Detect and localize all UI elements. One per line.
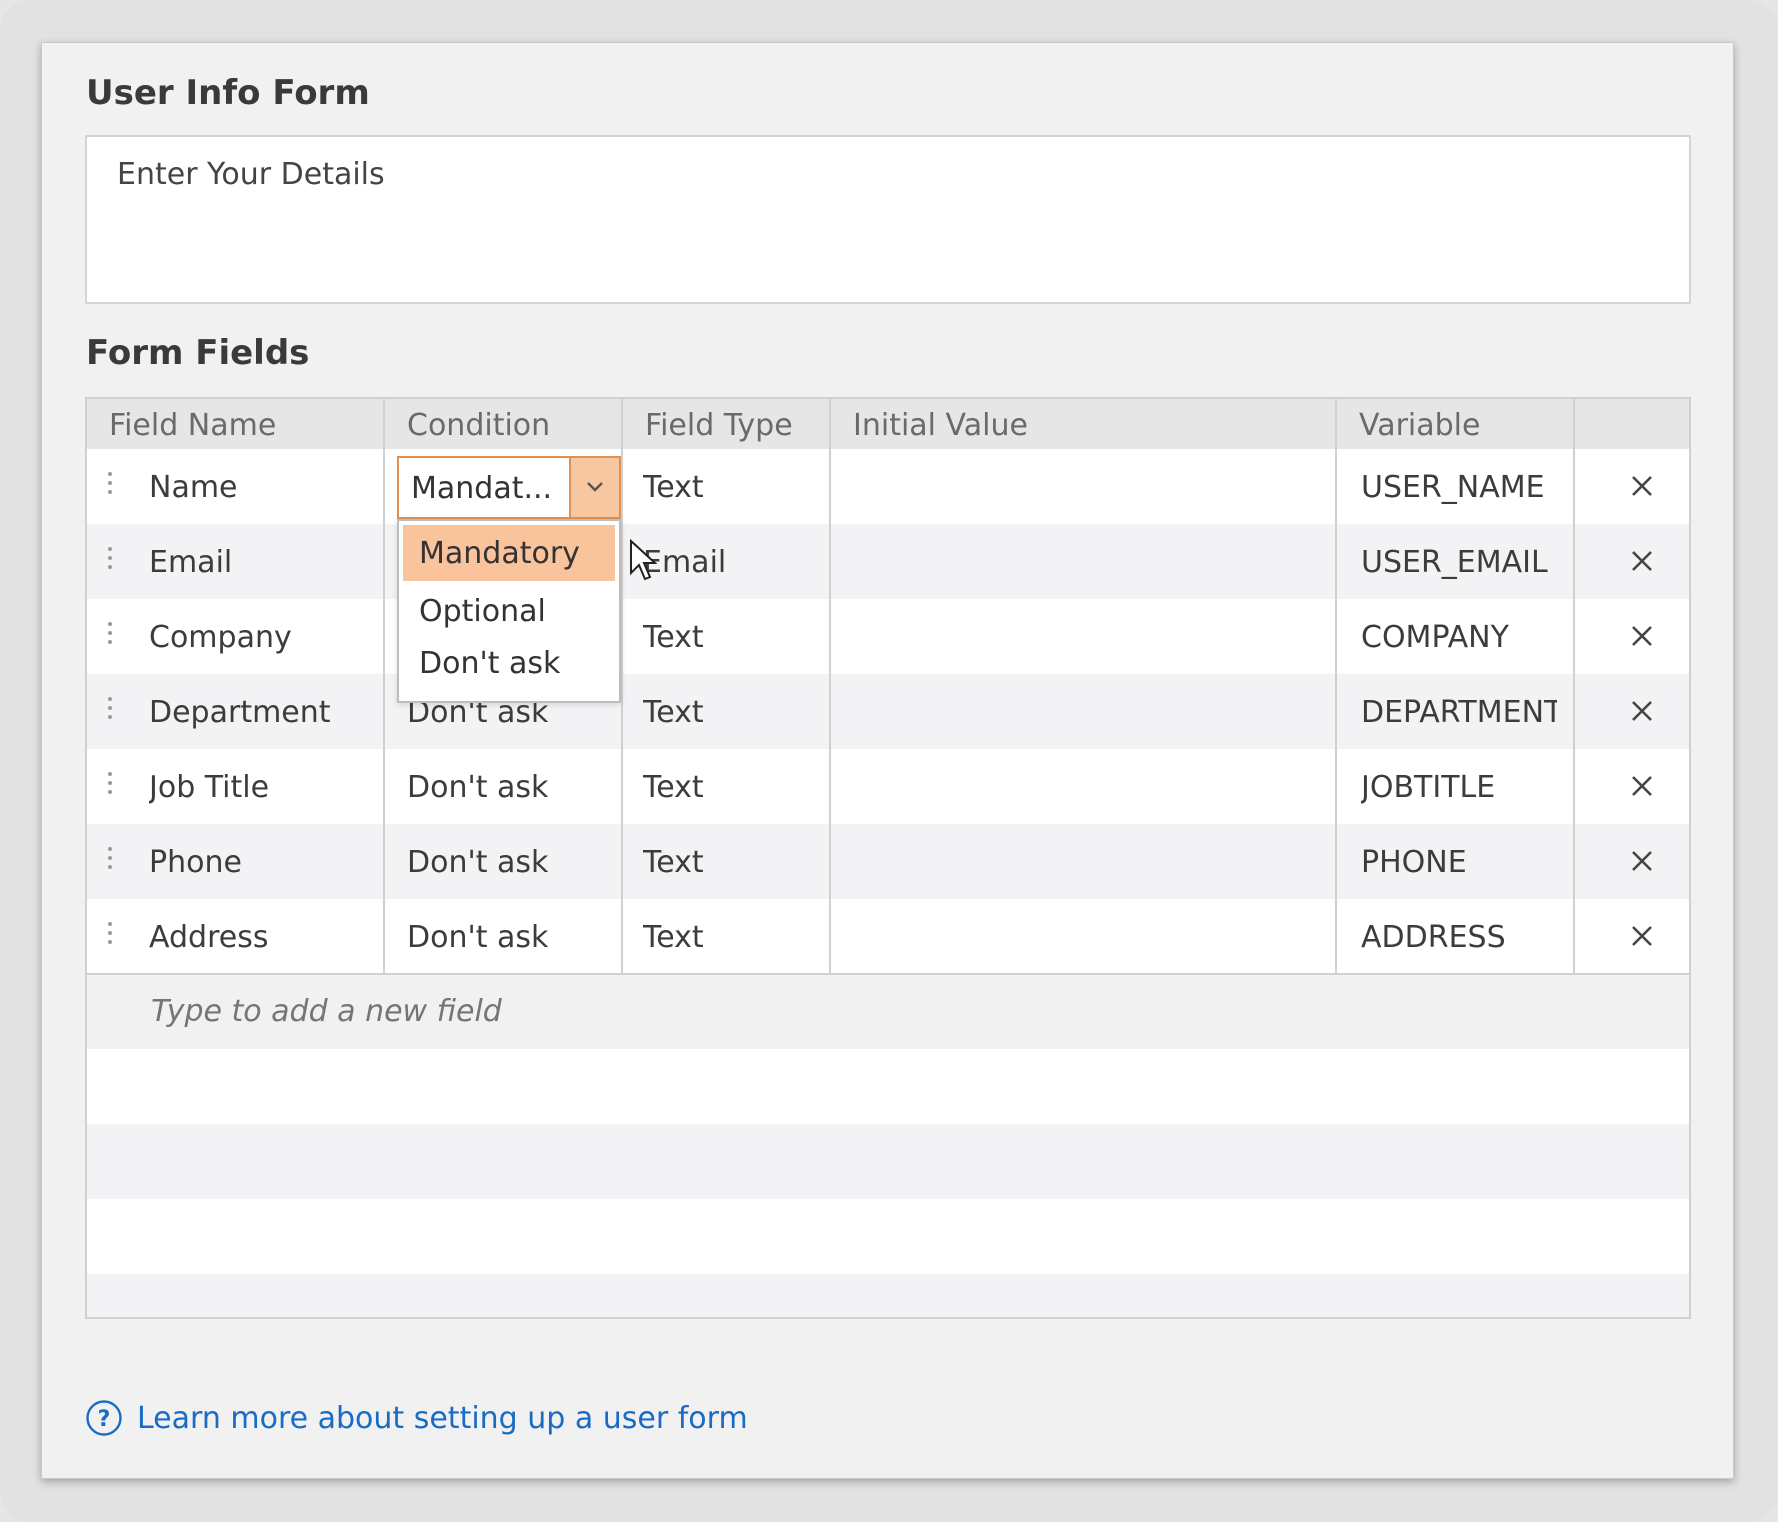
drag-handle-icon[interactable] — [107, 697, 113, 729]
condition-cell[interactable]: Don't ask — [407, 749, 548, 824]
field-type-cell[interactable]: Text — [643, 899, 704, 974]
form-title: User Info Form — [86, 73, 370, 113]
drag-handle-icon[interactable] — [107, 472, 113, 504]
column-header-initial-value[interactable]: Initial Value — [831, 399, 1337, 449]
close-icon[interactable] — [1629, 623, 1655, 649]
column-header-field-name[interactable]: Field Name — [87, 399, 385, 449]
field-name-cell[interactable]: Address — [149, 899, 268, 974]
field-name-cell[interactable]: Email — [149, 524, 232, 599]
variable-cell[interactable]: USER_NAME — [1361, 449, 1569, 524]
drag-handle-icon[interactable] — [107, 847, 113, 879]
drag-handle-icon[interactable] — [107, 547, 113, 579]
question-circle-icon[interactable]: ? — [85, 1399, 123, 1437]
condition-select[interactable]: Mandat... — [397, 456, 621, 519]
table-row[interactable]: Email Email USER_EMAIL — [87, 524, 1689, 599]
field-name-cell[interactable]: Department — [149, 674, 331, 749]
drag-handle-icon[interactable] — [107, 622, 113, 654]
field-type-cell[interactable]: Text — [643, 599, 704, 674]
empty-row — [87, 1199, 1689, 1274]
chevron-down-icon — [587, 482, 603, 492]
mouse-cursor-icon — [630, 539, 657, 581]
dropdown-option-optional[interactable]: Optional — [403, 583, 615, 639]
form-description-field[interactable]: Enter Your Details — [85, 135, 1691, 304]
column-divider — [383, 399, 385, 973]
table-row[interactable]: Job Title Don't ask Text JOBTITLE — [87, 749, 1689, 824]
table-row[interactable]: Department Don't ask Text DEPARTMENT — [87, 674, 1689, 749]
column-header-condition[interactable]: Condition — [385, 399, 623, 449]
form-fields-grid: Field Name Condition Field Type Initial … — [85, 397, 1691, 1319]
variable-cell[interactable]: PHONE — [1361, 824, 1569, 899]
column-divider — [1573, 399, 1575, 973]
dropdown-option-dont-ask[interactable]: Don't ask — [403, 635, 615, 691]
drag-handle-icon[interactable] — [107, 772, 113, 804]
dropdown-toggle-button[interactable] — [569, 458, 619, 517]
variable-cell[interactable]: USER_EMAIL — [1361, 524, 1569, 599]
condition-cell[interactable]: Don't ask — [407, 899, 548, 974]
close-icon[interactable] — [1629, 548, 1655, 574]
window-frame: User Info Form Enter Your Details Form F… — [0, 0, 1778, 1522]
table-row[interactable]: Address Don't ask Text ADDRESS — [87, 899, 1689, 974]
field-type-cell[interactable]: Text — [643, 749, 704, 824]
empty-row — [87, 1049, 1689, 1124]
field-type-cell[interactable]: Text — [643, 674, 704, 749]
field-name-cell[interactable]: Company — [149, 599, 292, 674]
drag-handle-icon[interactable] — [107, 922, 113, 954]
column-header-field-type[interactable]: Field Type — [623, 399, 831, 449]
table-row[interactable]: Company Text COMPANY — [87, 599, 1689, 674]
condition-select-value: Mandat... — [411, 471, 553, 506]
variable-cell[interactable]: ADDRESS — [1361, 899, 1569, 974]
form-fields-title: Form Fields — [86, 333, 310, 373]
add-field-input[interactable] — [151, 975, 851, 1049]
column-divider — [621, 399, 623, 973]
condition-dropdown-list: Mandatory Optional Don't ask — [397, 519, 621, 703]
close-icon[interactable] — [1629, 848, 1655, 874]
learn-more-link[interactable]: Learn more about setting up a user form — [137, 1399, 748, 1439]
field-type-cell[interactable]: Text — [643, 824, 704, 899]
field-name-cell[interactable]: Name — [149, 449, 238, 524]
close-icon[interactable] — [1629, 773, 1655, 799]
svg-text:?: ? — [98, 1407, 111, 1432]
condition-cell[interactable]: Don't ask — [407, 824, 548, 899]
table-row[interactable]: Name Text USER_NAME — [87, 449, 1689, 524]
column-header-actions — [1575, 399, 1689, 449]
table-row[interactable]: Phone Don't ask Text PHONE — [87, 824, 1689, 899]
dropdown-option-mandatory[interactable]: Mandatory — [403, 525, 615, 581]
field-name-cell[interactable]: Phone — [149, 824, 242, 899]
variable-cell[interactable]: DEPARTMENT — [1361, 674, 1557, 749]
field-type-cell[interactable]: Text — [643, 449, 704, 524]
field-name-cell[interactable]: Job Title — [149, 749, 269, 824]
close-icon[interactable] — [1629, 698, 1655, 724]
close-icon[interactable] — [1629, 923, 1655, 949]
column-divider — [1335, 399, 1337, 973]
close-icon[interactable] — [1629, 473, 1655, 499]
variable-cell[interactable]: COMPANY — [1361, 599, 1569, 674]
grid-header: Field Name Condition Field Type Initial … — [87, 399, 1689, 449]
empty-row — [87, 1274, 1689, 1317]
column-header-variable[interactable]: Variable — [1337, 399, 1575, 449]
add-field-row[interactable] — [87, 973, 1689, 1049]
variable-cell[interactable]: JOBTITLE — [1361, 749, 1569, 824]
column-divider — [829, 399, 831, 973]
form-panel: User Info Form Enter Your Details Form F… — [41, 42, 1734, 1479]
empty-row — [87, 1124, 1689, 1199]
